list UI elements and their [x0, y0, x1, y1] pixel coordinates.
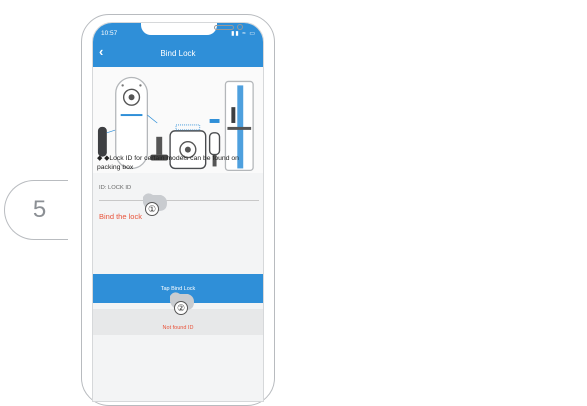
lock-id-note: ◆ ◆Lock ID for certain models can be fou… [97, 155, 239, 171]
status-time: 10:57 [101, 30, 118, 37]
step-number: 5 [32, 196, 47, 223]
phone-notch [141, 23, 243, 35]
step-number-badge: 5 [4, 180, 68, 240]
step-marker-2: ② [174, 301, 188, 315]
page-title: Bind Lock [160, 49, 196, 58]
lock-id-input[interactable] [99, 200, 259, 201]
app-header: 10:57 ▮▮ ≈ ▭ ‹ Bind Lock [93, 23, 263, 67]
lock-id-field-label: ID: LOCK ID [99, 185, 132, 191]
not-found-id-label: Not found ID [162, 325, 194, 331]
phone-screen: 10:57 ▮▮ ≈ ▭ ‹ Bind Lock ◆ ◆Lock ID for … [92, 22, 264, 402]
step-marker-1: ① [145, 202, 159, 216]
status-icons: ▮▮ ≈ ▭ [231, 31, 256, 37]
bind-lock-link[interactable]: Bind the lock [99, 212, 142, 221]
